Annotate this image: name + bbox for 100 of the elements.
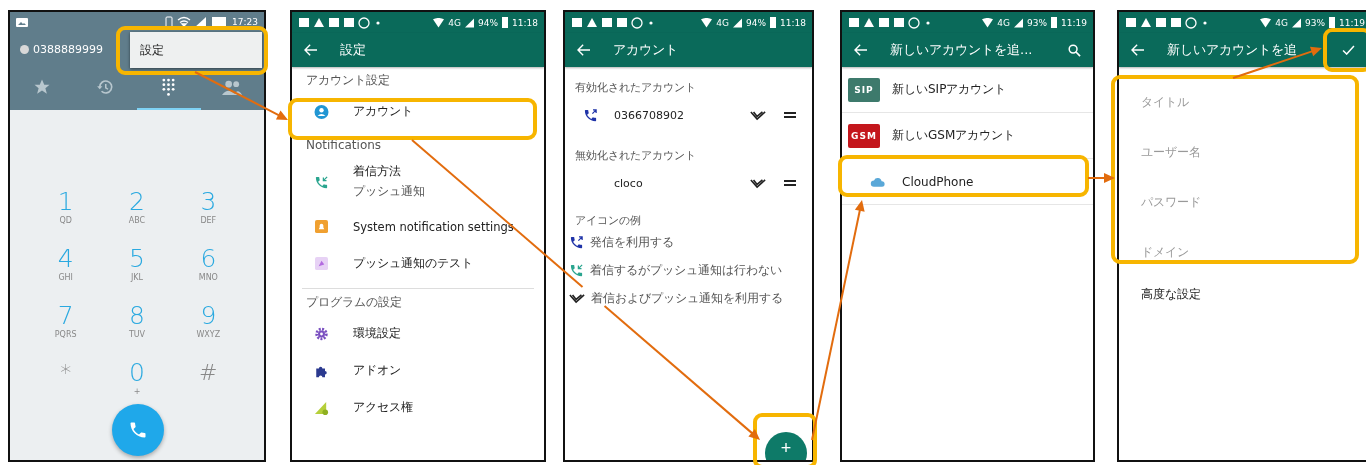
drag-handle-icon[interactable] [784, 112, 796, 118]
item-label: System notification settings [353, 219, 514, 234]
phone-icon [128, 420, 148, 440]
signal-icon [733, 17, 743, 28]
account-name: 0366708902 [614, 108, 684, 122]
battery-level: 93% [1027, 17, 1048, 28]
screen-title: アカウント [613, 41, 678, 59]
gear-icon [314, 326, 329, 341]
check-icon[interactable] [1342, 45, 1355, 55]
clock: 17:23 [232, 17, 258, 27]
battery-level: 94% [746, 17, 767, 28]
back-icon[interactable] [577, 44, 591, 56]
dialpad-icon [162, 77, 176, 97]
search-icon[interactable] [1068, 43, 1081, 57]
section-header: プログラムの設定 [305, 294, 403, 311]
wave-check-icon [750, 109, 766, 121]
wifi-icon [701, 17, 713, 28]
advanced-settings-link[interactable]: 高度な設定 [1119, 277, 1366, 302]
drag-handle-icon[interactable] [784, 180, 796, 186]
star-icon [32, 78, 51, 96]
phone-number: 0388889999 [33, 42, 103, 56]
screen-title: 新しいアカウントを追 [1167, 41, 1297, 59]
signal-icon [1014, 17, 1024, 28]
legend-label: 着信するがプッシュ通知は行わない [590, 262, 782, 278]
wave-check-icon [569, 292, 585, 304]
menu-item[interactable]: 設定 [140, 42, 164, 58]
section-header: 有効化されたアカウント [574, 80, 697, 95]
account-item[interactable]: 0366708902 [565, 95, 812, 135]
account-type-label: CloudPhone [902, 174, 974, 189]
section-header: 無効化されたアカウント [574, 148, 697, 163]
signal-icon [1292, 17, 1302, 28]
settings-item[interactable]: 環境設定 [292, 315, 544, 352]
settings-item[interactable]: アカウント [292, 93, 544, 130]
arrow [1087, 173, 1115, 183]
account-type-badge: SIP [848, 77, 880, 102]
input-field[interactable]: ドメイン [1119, 227, 1363, 277]
back-icon[interactable] [1131, 44, 1145, 56]
battery-level: 94% [478, 17, 499, 28]
battery-icon [770, 17, 777, 28]
wifi-icon [1260, 17, 1272, 28]
account-item[interactable]: cloco [565, 163, 812, 203]
clock: 11:19 [1061, 17, 1087, 28]
people-icon [222, 79, 243, 95]
back-icon[interactable] [854, 44, 868, 56]
legend-label: 着信およびプッシュ通知を利用する [591, 290, 783, 306]
input-field[interactable]: パスワード [1119, 177, 1363, 227]
account-type-item[interactable]: CloudPhone [842, 159, 1093, 205]
screen-title: 新しいアカウントを追... [890, 41, 1033, 59]
key-triangle-icon [314, 400, 329, 415]
clock: 11:19 [1339, 17, 1365, 28]
input-field[interactable]: タイトル [1119, 77, 1363, 127]
person-icon [314, 104, 329, 119]
cloud-icon [870, 175, 886, 188]
notification-icon [314, 257, 329, 270]
back-icon[interactable] [304, 44, 318, 56]
item-label: アドオン [353, 363, 401, 378]
legend-label: 発信を利用する [590, 234, 674, 250]
settings-item[interactable]: プッシュ通知のテスト [292, 245, 544, 282]
battery-icon [1051, 17, 1058, 28]
item-label: 着信方法 [353, 164, 402, 179]
clock: 11:18 [512, 17, 538, 28]
item-subtitle: プッシュ通知 [353, 183, 425, 200]
settings-item[interactable]: System notification settings [292, 208, 544, 245]
screen-title: 設定 [340, 41, 366, 59]
item-label: アクセス権 [353, 400, 413, 415]
legend-title: アイコンの例 [574, 213, 642, 228]
wifi-icon [982, 17, 994, 28]
battery-level: 93% [1305, 17, 1326, 28]
history-icon [96, 78, 115, 96]
item-label: プッシュ通知のテスト [353, 256, 473, 271]
section-header: Notifications [305, 137, 383, 154]
wifi-icon [433, 17, 445, 28]
bell-icon [314, 220, 329, 233]
network-type: 4G [716, 17, 730, 28]
account-type-label: 新しいSIPアカウント [892, 81, 1007, 98]
settings-item[interactable]: アドオン [292, 352, 544, 389]
battery-icon [502, 17, 509, 28]
account-type-item[interactable]: GSM 新しいGSMアカウント [842, 113, 1093, 159]
account-type-label: 新しいGSMアカウント [892, 127, 1016, 144]
account-name: cloco [614, 176, 643, 190]
highlight-frame [753, 413, 817, 465]
add-button[interactable]: + [765, 432, 807, 460]
network-type: 4G [1275, 17, 1289, 28]
network-type: 4G [448, 17, 462, 28]
signal-icon [465, 17, 475, 28]
phone-arrow-icon [569, 234, 584, 250]
account-type-item[interactable]: SIP 新しいSIPアカウント [842, 67, 1093, 113]
input-field[interactable]: ユーザー名 [1119, 127, 1363, 177]
sim-dot-icon [20, 44, 29, 54]
highlight-frame [1323, 28, 1366, 72]
phone-arrow-icon [583, 107, 598, 123]
item-label: 環境設定 [353, 326, 401, 341]
network-type: 4G [997, 17, 1011, 28]
settings-item[interactable]: アクセス権 [292, 389, 544, 426]
item-label: アカウント [353, 104, 413, 119]
settings-item[interactable]: 着信方法 プッシュ通知 [292, 156, 544, 208]
phone-arrow-icon [314, 174, 329, 190]
image-icon [16, 17, 28, 27]
status-icons-drawing [164, 16, 229, 28]
battery-icon [1329, 17, 1336, 28]
